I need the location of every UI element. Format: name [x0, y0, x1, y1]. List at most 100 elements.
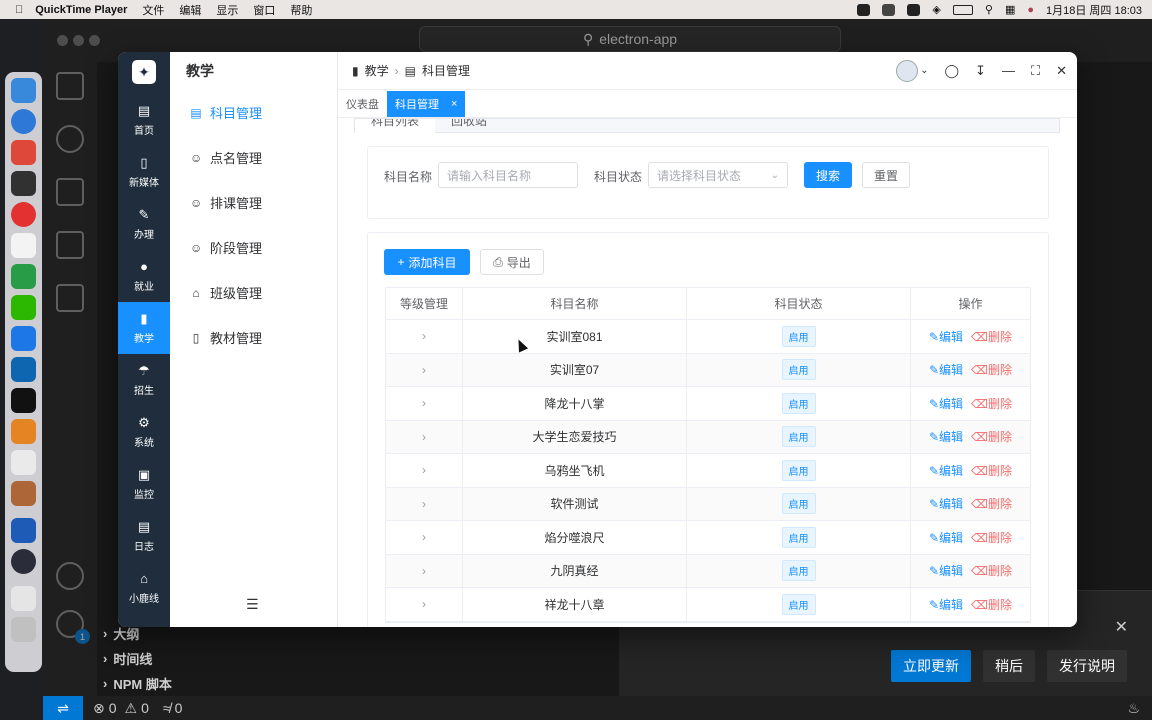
launchpad-icon[interactable]: [11, 140, 36, 165]
control-center-icon[interactable]: ▦: [1005, 3, 1015, 16]
bell-icon[interactable]: ♨: [1127, 700, 1140, 717]
tab-recycle-bin[interactable]: 回收站: [435, 119, 503, 133]
tab-close-icon[interactable]: ×: [451, 98, 457, 110]
later-button[interactable]: 稍后: [983, 650, 1035, 682]
close-icon[interactable]: ✕: [1056, 63, 1067, 79]
rail-item-4[interactable]: ▮ 教学: [118, 302, 170, 354]
quicktime-icon[interactable]: [11, 171, 36, 196]
electron-app-icon[interactable]: [11, 518, 36, 543]
download-icon[interactable]: ↧: [975, 63, 986, 79]
remote-icon[interactable]: ⇌: [43, 696, 83, 720]
error-icon[interactable]: ⊗: [93, 700, 105, 717]
delete-button[interactable]: ⌫删除: [971, 495, 1012, 512]
update-now-button[interactable]: 立即更新: [891, 650, 971, 682]
edit-button[interactable]: ✎编辑: [929, 328, 963, 345]
wechat-icon[interactable]: [11, 295, 36, 320]
search-button[interactable]: 搜索: [804, 162, 852, 188]
chevron-right-icon[interactable]: ›: [422, 497, 426, 511]
minimize-icon[interactable]: —: [1002, 63, 1015, 78]
rail-item-5[interactable]: ☂ 招生: [118, 354, 170, 406]
chevron-right-icon[interactable]: ›: [422, 463, 426, 477]
menubar-clock[interactable]: 1月18日 周四 18:03: [1046, 2, 1142, 18]
extension-icon[interactable]: [882, 3, 896, 16]
menubar-item-file[interactable]: 文件: [142, 2, 164, 18]
feishu-icon[interactable]: [11, 326, 36, 351]
delete-button[interactable]: ⌫删除: [971, 462, 1012, 479]
menu-item-1[interactable]: ☺ 点名管理: [170, 135, 337, 180]
menu-item-5[interactable]: ▯ 教材管理: [170, 315, 337, 360]
explorer-icon[interactable]: [56, 72, 84, 100]
preview-icon[interactable]: [11, 481, 36, 506]
safari-icon[interactable]: [11, 109, 36, 134]
record-icon[interactable]: [857, 3, 871, 16]
reset-button[interactable]: 重置: [862, 162, 910, 188]
command-center-search[interactable]: ⚲ electron-app: [419, 26, 841, 52]
chevron-right-icon[interactable]: ›: [422, 329, 426, 343]
rail-item-8[interactable]: ▤ 日志: [118, 510, 170, 562]
warning-icon[interactable]: ⚠: [125, 700, 138, 717]
source-control-icon[interactable]: [56, 178, 84, 206]
menu-item-4[interactable]: ⌂ 班级管理: [170, 270, 337, 315]
edit-button[interactable]: ✎编辑: [929, 529, 963, 546]
collapse-menu-icon[interactable]: ☰: [246, 596, 259, 613]
delete-button[interactable]: ⌫删除: [971, 596, 1012, 613]
subject-status-select[interactable]: 请选择科目状态 ⌄: [648, 162, 788, 188]
rail-item-6[interactable]: ⚙ 系统: [118, 406, 170, 458]
message-icon[interactable]: ◯: [945, 63, 960, 79]
delete-button[interactable]: ⌫删除: [971, 529, 1012, 546]
delete-button[interactable]: ⌫删除: [971, 395, 1012, 412]
edit-button[interactable]: ✎编辑: [929, 495, 963, 512]
chevron-right-icon[interactable]: ›: [422, 363, 426, 377]
menubar-app-name[interactable]: QuickTime Player: [35, 4, 127, 16]
run-debug-icon[interactable]: [56, 231, 84, 259]
edit-button[interactable]: ✎编辑: [929, 361, 963, 378]
hbuilder-icon[interactable]: [11, 264, 36, 289]
add-subject-button[interactable]: + 添加科目: [384, 249, 470, 275]
siri-icon[interactable]: ●: [1027, 4, 1034, 16]
sublime-icon[interactable]: [11, 419, 36, 444]
chevron-right-icon[interactable]: ›: [422, 396, 426, 410]
tab-subject-management[interactable]: 科目管理 ×: [387, 90, 466, 117]
menubar-item-edit[interactable]: 编辑: [179, 2, 201, 18]
delete-button[interactable]: ⌫删除: [971, 328, 1012, 345]
baidu-netdisk-icon[interactable]: [11, 233, 36, 258]
spotlight-icon[interactable]: ⚲: [985, 3, 993, 16]
edit-button[interactable]: ✎编辑: [929, 428, 963, 445]
avatar[interactable]: [896, 59, 919, 82]
wifi-icon[interactable]: ◈: [932, 3, 940, 16]
trash-icon[interactable]: [11, 617, 36, 642]
breadcrumb-item[interactable]: 教学: [365, 62, 389, 79]
close-icon[interactable]: ✕: [1115, 617, 1128, 637]
search-panel-icon[interactable]: [56, 125, 84, 153]
chrome-icon[interactable]: [11, 202, 36, 227]
menubar-item-window[interactable]: 窗口: [253, 2, 275, 18]
manage-gear-icon[interactable]: 1: [56, 610, 90, 644]
electron-icon[interactable]: [11, 549, 36, 574]
apple-icon[interactable]: : [15, 4, 23, 16]
edit-button[interactable]: ✎编辑: [929, 462, 963, 479]
chevron-right-icon[interactable]: ›: [422, 597, 426, 611]
edit-button[interactable]: ✎编辑: [929, 395, 963, 412]
downloads-icon[interactable]: [11, 586, 36, 611]
input-method-icon[interactable]: [907, 3, 921, 16]
tab-dashboard[interactable]: 仪表盘: [338, 91, 387, 117]
tab-subject-list[interactable]: 科目列表: [355, 119, 436, 133]
rail-item-2[interactable]: ✎ 办理: [118, 198, 170, 250]
menu-item-3[interactable]: ☺ 阶段管理: [170, 225, 337, 270]
close-dot[interactable]: [57, 35, 68, 46]
error-count[interactable]: 0: [109, 700, 117, 716]
section-npm-scripts[interactable]: › NPM 脚本: [103, 671, 172, 696]
section-timeline[interactable]: › 时间线: [103, 646, 172, 671]
account-icon[interactable]: [56, 562, 84, 590]
user-menu[interactable]: ⌄: [896, 59, 929, 82]
textedit-icon[interactable]: [11, 450, 36, 475]
chevron-right-icon[interactable]: ›: [422, 430, 426, 444]
edit-button[interactable]: ✎编辑: [929, 562, 963, 579]
menubar-item-help[interactable]: 帮助: [290, 2, 312, 18]
export-button[interactable]: ⎙ 导出: [480, 249, 544, 275]
rail-item-7[interactable]: ▣ 监控: [118, 458, 170, 510]
terminal-icon[interactable]: [11, 388, 36, 413]
rail-item-0[interactable]: ▤ 首页: [118, 94, 170, 146]
subject-name-input[interactable]: 请输入科目名称: [438, 162, 578, 188]
ports-icon[interactable]: ≉: [163, 700, 171, 716]
